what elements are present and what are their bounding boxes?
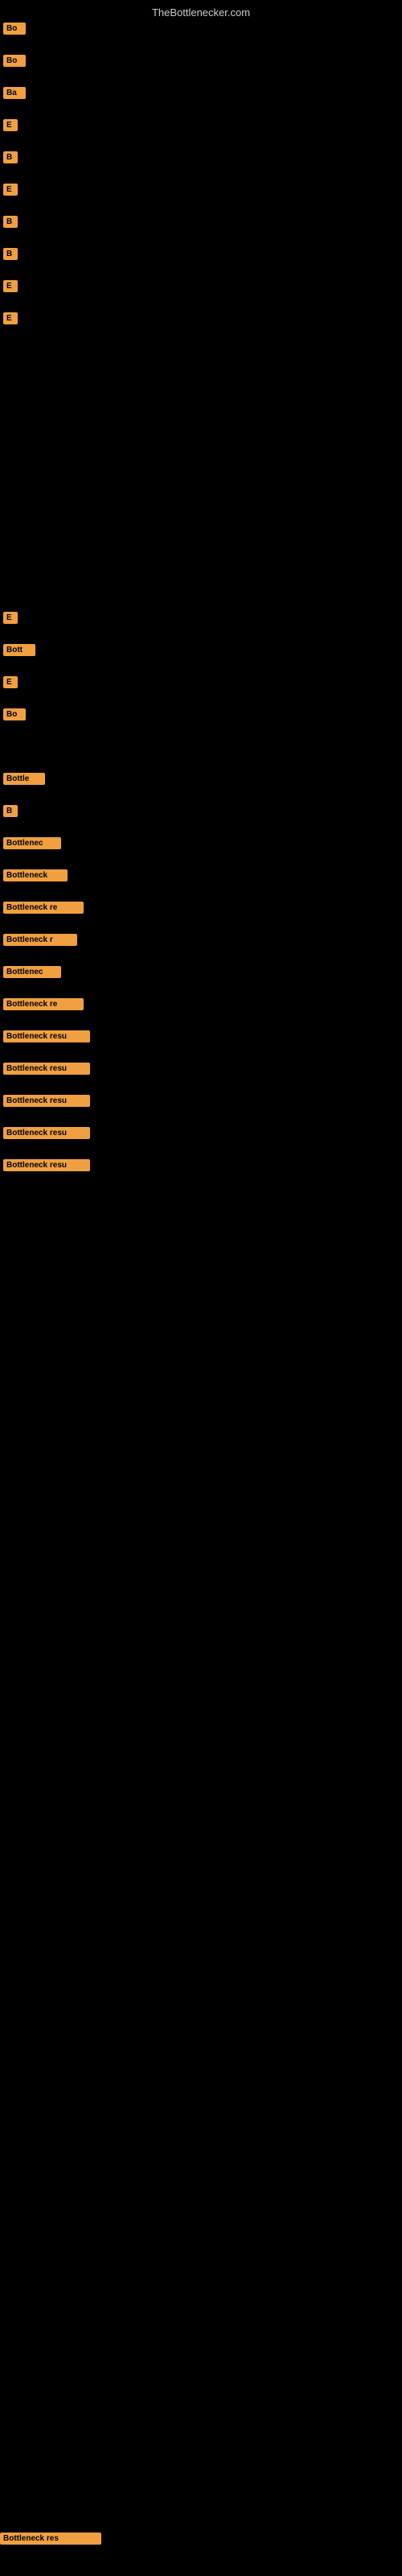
badge-8: B bbox=[3, 248, 18, 260]
badge-17: Bottlenec bbox=[3, 837, 61, 849]
badge-25: Bottleneck resu bbox=[3, 1095, 90, 1107]
badge-16: B bbox=[3, 805, 18, 817]
badge-1: Bo bbox=[3, 23, 26, 35]
badge-3: Ba bbox=[3, 87, 26, 99]
badge-20: Bottleneck r bbox=[3, 934, 77, 946]
badge-21: Bottlenec bbox=[3, 966, 61, 978]
badge-26: Bottleneck resu bbox=[3, 1127, 90, 1139]
badge-23: Bottleneck resu bbox=[3, 1030, 90, 1042]
badge-15: Bottle bbox=[3, 773, 45, 785]
badge-28: Bottleneck res bbox=[0, 2533, 101, 2545]
badge-9: E bbox=[3, 280, 18, 292]
badge-19: Bottleneck re bbox=[3, 902, 84, 914]
badge-13: E bbox=[3, 676, 18, 688]
badge-5: B bbox=[3, 151, 18, 163]
badge-18: Bottleneck bbox=[3, 869, 68, 881]
badge-11: E bbox=[3, 612, 18, 624]
badge-22: Bottleneck re bbox=[3, 998, 84, 1010]
badge-2: Bo bbox=[3, 55, 26, 67]
badge-12: Bott bbox=[3, 644, 35, 656]
badge-24: Bottleneck resu bbox=[3, 1063, 90, 1075]
badge-14: Bo bbox=[3, 708, 26, 720]
badge-10: E bbox=[3, 312, 18, 324]
badge-6: E bbox=[3, 184, 18, 196]
badge-4: E bbox=[3, 119, 18, 131]
site-title: TheBottlenecker.com bbox=[152, 6, 250, 19]
badge-27: Bottleneck resu bbox=[3, 1159, 90, 1171]
badge-7: B bbox=[3, 216, 18, 228]
